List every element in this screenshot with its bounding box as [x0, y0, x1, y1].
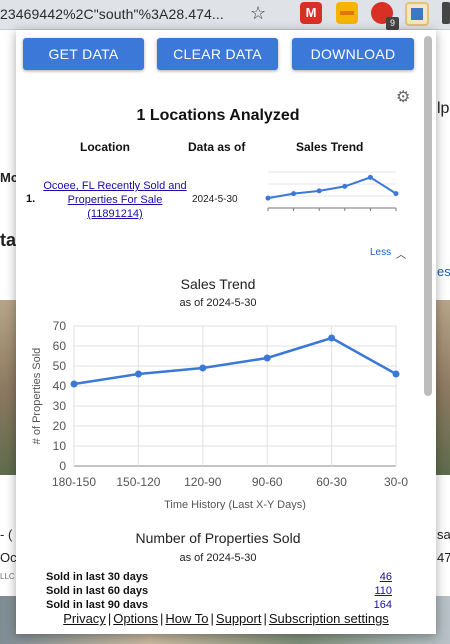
sparkline-point [316, 188, 322, 194]
background-text: 47 [437, 550, 450, 565]
background-photo [0, 300, 16, 475]
extension-badge: 9 [386, 17, 399, 30]
series-line [73, 336, 397, 386]
browser-toolbar: 23469442%2C"south"%3A28.474... ☆ M 9 [0, 0, 450, 30]
data-point [199, 364, 207, 372]
chart-title: Sales Trend [180, 276, 256, 292]
y-tick-label: 40 [53, 379, 67, 393]
sold-section-title: Number of Properties Sold [135, 530, 301, 546]
sold-label: Sold in last 60 days [46, 585, 149, 597]
how-to-link[interactable]: How To [165, 611, 208, 626]
sparkline-point [342, 183, 348, 189]
y-tick-label: 10 [53, 439, 67, 453]
extension-popup: GET DATA CLEAR DATA DOWNLOAD ⚙ 1 Locatio… [16, 30, 436, 634]
background-text: LLC [0, 572, 15, 581]
background-text: Oc [0, 550, 17, 565]
extension-3-icon[interactable]: 9 [371, 2, 399, 30]
background-text: - ( [0, 527, 13, 542]
clear-data-button[interactable]: CLEAR DATA [157, 38, 278, 70]
locations-heading: 1 Locations Analyzed [136, 107, 300, 124]
footer-separator: | [263, 611, 267, 626]
x-tick-label: 150-120 [116, 475, 160, 489]
chevron-up-icon[interactable]: ︿ [396, 246, 406, 261]
sold-section-subtitle: as of 2024-5-30 [179, 552, 257, 564]
x-axis-label: Time History (Last X-Y Days) [164, 499, 306, 510]
row-date: 2024-5-30 [192, 194, 238, 205]
data-point [392, 370, 400, 378]
sparkline-chart [265, 171, 399, 211]
sparkline-point [265, 195, 271, 201]
data-point [70, 380, 78, 388]
x-tick-label: 180-150 [52, 475, 96, 489]
support-link[interactable]: Support [216, 611, 262, 626]
extension-5-icon[interactable] [442, 2, 450, 24]
background-text: es [437, 264, 450, 279]
location-link[interactable]: Ocoee, FL Recently Sold and Properties F… [42, 179, 188, 221]
sparkline-point [291, 191, 297, 197]
footer-separator: | [210, 611, 214, 626]
x-tick-label: 120-90 [184, 475, 222, 489]
sparkline-line [267, 176, 397, 200]
x-tick-label: 30-0 [384, 475, 408, 489]
download-button[interactable]: DOWNLOAD [292, 38, 414, 70]
column-header-trend: Sales Trend [296, 140, 364, 154]
background-photo [436, 300, 450, 475]
column-header-date: Data as of [188, 140, 246, 154]
extension-2-icon[interactable] [336, 2, 358, 24]
y-tick-label: 0 [59, 459, 66, 473]
gear-icon[interactable]: ⚙ [396, 87, 410, 107]
sold-value-link[interactable]: 46 [372, 571, 392, 583]
privacy-link[interactable]: Privacy [63, 611, 106, 626]
get-data-button[interactable]: GET DATA [23, 38, 144, 70]
y-tick-label: 60 [53, 339, 67, 353]
chart-subtitle: as of 2024-5-30 [179, 297, 257, 309]
sold-value-link[interactable]: 110 [372, 585, 392, 597]
popup-scrollbar[interactable] [424, 36, 432, 396]
footer-links: Privacy | Options | How To | Support | Subscript… [16, 608, 436, 634]
less-toggle[interactable]: Less [370, 247, 391, 258]
subscription-settings-link[interactable]: Subscription settings [269, 611, 389, 626]
active-extension-icon[interactable] [405, 2, 429, 26]
sparkline-point [393, 191, 399, 197]
data-point [328, 334, 336, 342]
extension-1-icon[interactable]: M [300, 2, 322, 24]
background-text: sa [437, 527, 450, 542]
y-tick-label: 20 [53, 419, 67, 433]
x-tick-label: 60-30 [316, 475, 347, 489]
sales-trend-chart: 0 10 20 30 40 50 60 70 180-150 150-120 120-90 90-60… [31, 319, 408, 510]
y-tick-label: 30 [53, 399, 67, 413]
address-bar-url[interactable]: 23469442%2C"south"%3A28.474... [0, 6, 224, 22]
sold-label: Sold in last 30 days [46, 571, 149, 583]
y-tick-label: 70 [53, 319, 67, 333]
y-tick-label: 50 [53, 359, 67, 373]
data-point [134, 370, 142, 378]
row-index: 1. [26, 193, 36, 205]
x-tick-label: 90-60 [252, 475, 283, 489]
column-header-location: Location [80, 140, 130, 154]
bookmark-star-icon[interactable]: ☆ [250, 3, 266, 24]
background-text: lp [437, 100, 450, 117]
background-text: ta [0, 230, 17, 250]
data-point [263, 354, 271, 362]
y-axis-label: # of Properties Sold [31, 348, 43, 445]
sparkline-point [367, 174, 373, 180]
options-link[interactable]: Options [113, 611, 158, 626]
